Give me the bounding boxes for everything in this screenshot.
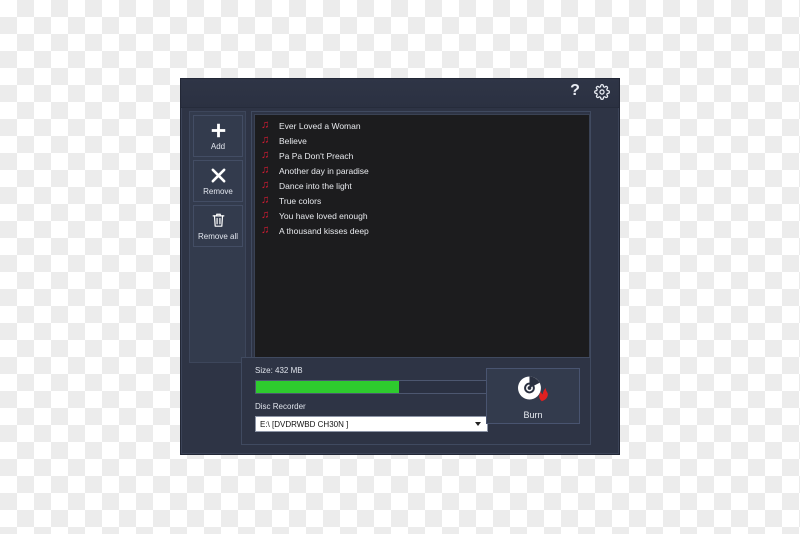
burn-button[interactable]: Burn	[486, 368, 580, 424]
track-title: A thousand kisses deep	[279, 225, 369, 236]
track-title: Pa Pa Don't Preach	[279, 150, 354, 161]
plus-icon	[210, 120, 227, 141]
gear-icon[interactable]	[593, 83, 611, 101]
music-note-icon: ♫	[261, 164, 270, 176]
disc-recorder-value: E:\ [DVDRWBD CH30N ]	[260, 419, 349, 429]
add-button[interactable]: Add	[193, 115, 243, 157]
list-item[interactable]: ♫ A thousand kisses deep	[255, 223, 589, 238]
track-title: Dance into the light	[279, 180, 352, 191]
track-title: True colors	[279, 195, 322, 206]
list-item[interactable]: ♫ True colors	[255, 193, 589, 208]
music-note-icon: ♫	[261, 134, 270, 146]
music-note-icon: ♫	[261, 194, 270, 206]
sidebar-toolbar: Add Remove Remove all	[189, 111, 246, 363]
burn-settings-panel: Size: 432 MB Disc Recorder E:\ [DVDRWBD …	[241, 357, 591, 445]
disc-flame-burn-icon	[515, 373, 551, 408]
track-title: You have loved enough	[279, 210, 368, 221]
remove-all-button[interactable]: Remove all	[193, 205, 243, 247]
size-label: Size: 432 MB	[255, 366, 303, 375]
title-bar: ?	[181, 79, 619, 108]
music-note-icon: ♫	[261, 224, 270, 236]
list-item[interactable]: ♫ Ever Loved a Woman	[255, 118, 589, 133]
chevron-down-icon[interactable]	[471, 417, 484, 431]
music-note-icon: ♫	[261, 179, 270, 191]
remove-button[interactable]: Remove	[193, 160, 243, 202]
disc-recorder-label: Disc Recorder	[255, 402, 306, 411]
size-progress-bar	[255, 380, 488, 394]
disc-recorder-select[interactable]: E:\ [DVDRWBD CH30N ]	[255, 416, 488, 432]
list-item[interactable]: ♫ You have loved enough	[255, 208, 589, 223]
track-title: Ever Loved a Woman	[279, 120, 361, 131]
tracklist[interactable]: ♫ Ever Loved a Woman ♫ Believe ♫ Pa Pa D…	[254, 114, 590, 366]
list-item[interactable]: ♫ Another day in paradise	[255, 163, 589, 178]
application-window: ? Add Remove Remove all ♫ Ever Loved a W…	[180, 78, 620, 455]
help-icon[interactable]: ?	[566, 82, 584, 101]
music-note-icon: ♫	[261, 149, 270, 161]
tracklist-panel: ♫ Ever Loved a Woman ♫ Believe ♫ Pa Pa D…	[251, 111, 591, 394]
track-title: Another day in paradise	[279, 165, 369, 176]
music-note-icon: ♫	[261, 209, 270, 221]
trash-can-icon	[211, 210, 226, 231]
list-item[interactable]: ♫ Pa Pa Don't Preach	[255, 148, 589, 163]
track-title: Believe	[279, 135, 307, 146]
list-item[interactable]: ♫ Believe	[255, 133, 589, 148]
size-progress-fill	[256, 381, 400, 393]
add-button-label: Add	[210, 142, 226, 151]
remove-all-button-label: Remove all	[197, 232, 238, 241]
music-note-icon: ♫	[261, 119, 270, 131]
cross-x-icon	[210, 165, 227, 186]
title-bar-icon-group: ?	[566, 82, 611, 101]
list-item[interactable]: ♫ Dance into the light	[255, 178, 589, 193]
remove-button-label: Remove	[203, 187, 233, 196]
burn-button-label: Burn	[523, 409, 543, 420]
